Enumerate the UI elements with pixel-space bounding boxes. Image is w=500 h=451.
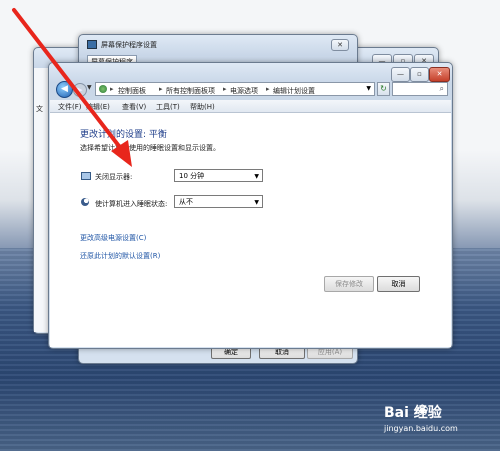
screensaver-window-title: 屏幕保护程序设置 bbox=[101, 41, 157, 49]
refresh-icon: ↻ bbox=[380, 84, 387, 93]
chevron-down-icon: ▼ bbox=[254, 173, 259, 180]
screensaver-window-icon bbox=[87, 40, 97, 49]
breadcrumb-separator-icon: ▸ bbox=[110, 85, 114, 93]
back-arrow-icon: ◀ bbox=[61, 84, 68, 94]
sleep-moon-icon bbox=[81, 198, 89, 206]
breadcrumb-edit-plan[interactable]: 编辑计划设置 bbox=[273, 86, 315, 96]
display-off-label: 关闭显示器: bbox=[95, 173, 133, 181]
watermark-brand: Bai 经验 bbox=[384, 405, 442, 421]
power-plan-window: — ▫ ✕ ◀ ▶ ▼ ▸ 控制面板 ▸ 所有控制面板项 ▸ 电源选项 ▸ 编辑… bbox=[48, 62, 453, 349]
advanced-power-settings-link[interactable]: 更改高级电源设置(C) bbox=[80, 233, 146, 243]
bg-window-content: 文 bbox=[34, 68, 49, 332]
chevron-down-icon: ▼ bbox=[254, 199, 259, 206]
search-input[interactable]: ⌕ bbox=[392, 82, 448, 96]
page-subheading: 选择希望计算机使用的睡眠设置和显示设置。 bbox=[80, 144, 220, 152]
cancel-button[interactable]: 取消 bbox=[377, 276, 420, 292]
watermark-url: jingyan.baidu.com bbox=[384, 424, 458, 433]
content-area: 更改计划的设置: 平衡 选择希望计算机使用的睡眠设置和显示设置。 关闭显示器: … bbox=[50, 113, 451, 347]
menu-bar: 文件(F) 编辑(E) 查看(V) 工具(T) 帮助(H) bbox=[50, 100, 451, 113]
display-off-select[interactable]: 10 分钟 ▼ bbox=[174, 169, 263, 182]
back-button[interactable]: ◀ bbox=[56, 81, 73, 98]
menu-tools[interactable]: 工具(T) bbox=[156, 102, 180, 112]
address-bar[interactable]: ▸ 控制面板 ▸ 所有控制面板项 ▸ 电源选项 ▸ 编辑计划设置 ▼ bbox=[95, 82, 375, 96]
save-changes-button[interactable]: 保存修改 bbox=[324, 276, 374, 292]
monitor-icon bbox=[81, 172, 91, 180]
forward-arrow-icon: ▶ bbox=[77, 86, 83, 94]
breadcrumb-separator-icon: ▸ bbox=[223, 85, 227, 93]
sleep-label: 使计算机进入睡眠状态: bbox=[95, 200, 168, 208]
breadcrumb-control-panel[interactable]: 控制面板 bbox=[118, 86, 146, 96]
recent-pages-chevron-icon[interactable]: ▼ bbox=[87, 84, 92, 91]
minimize-button[interactable]: — bbox=[391, 67, 410, 82]
control-panel-icon bbox=[99, 85, 107, 93]
breadcrumb-separator-icon: ▸ bbox=[159, 85, 163, 93]
menu-help[interactable]: 帮助(H) bbox=[190, 102, 215, 112]
bg-side-text: 文 bbox=[36, 105, 43, 113]
baidu-watermark: ❀ Bai 经验 jingyan.baidu.com bbox=[384, 397, 496, 449]
sleep-select[interactable]: 从不 ▼ bbox=[174, 195, 263, 208]
menu-edit[interactable]: 编辑(E) bbox=[86, 102, 110, 112]
maximize-button[interactable]: ▫ bbox=[410, 67, 429, 82]
forward-button[interactable]: ▶ bbox=[73, 83, 87, 97]
sleep-value: 从不 bbox=[179, 198, 193, 206]
breadcrumb-power-options[interactable]: 电源选项 bbox=[230, 86, 258, 96]
address-dropdown-icon[interactable]: ▼ bbox=[366, 85, 371, 92]
breadcrumb-separator-icon: ▸ bbox=[266, 85, 270, 93]
screensaver-close-button[interactable]: ✕ bbox=[331, 39, 349, 51]
menu-view[interactable]: 查看(V) bbox=[122, 102, 146, 112]
refresh-button[interactable]: ↻ bbox=[377, 82, 390, 96]
page-heading: 更改计划的设置: 平衡 bbox=[80, 130, 167, 140]
close-button[interactable]: ✕ bbox=[429, 67, 450, 82]
search-icon: ⌕ bbox=[439, 84, 444, 93]
menu-file[interactable]: 文件(F) bbox=[58, 102, 82, 112]
display-off-value: 10 分钟 bbox=[179, 172, 205, 180]
restore-defaults-link[interactable]: 还原此计划的默认设置(R) bbox=[80, 251, 160, 261]
breadcrumb-all-items[interactable]: 所有控制面板项 bbox=[166, 86, 215, 96]
